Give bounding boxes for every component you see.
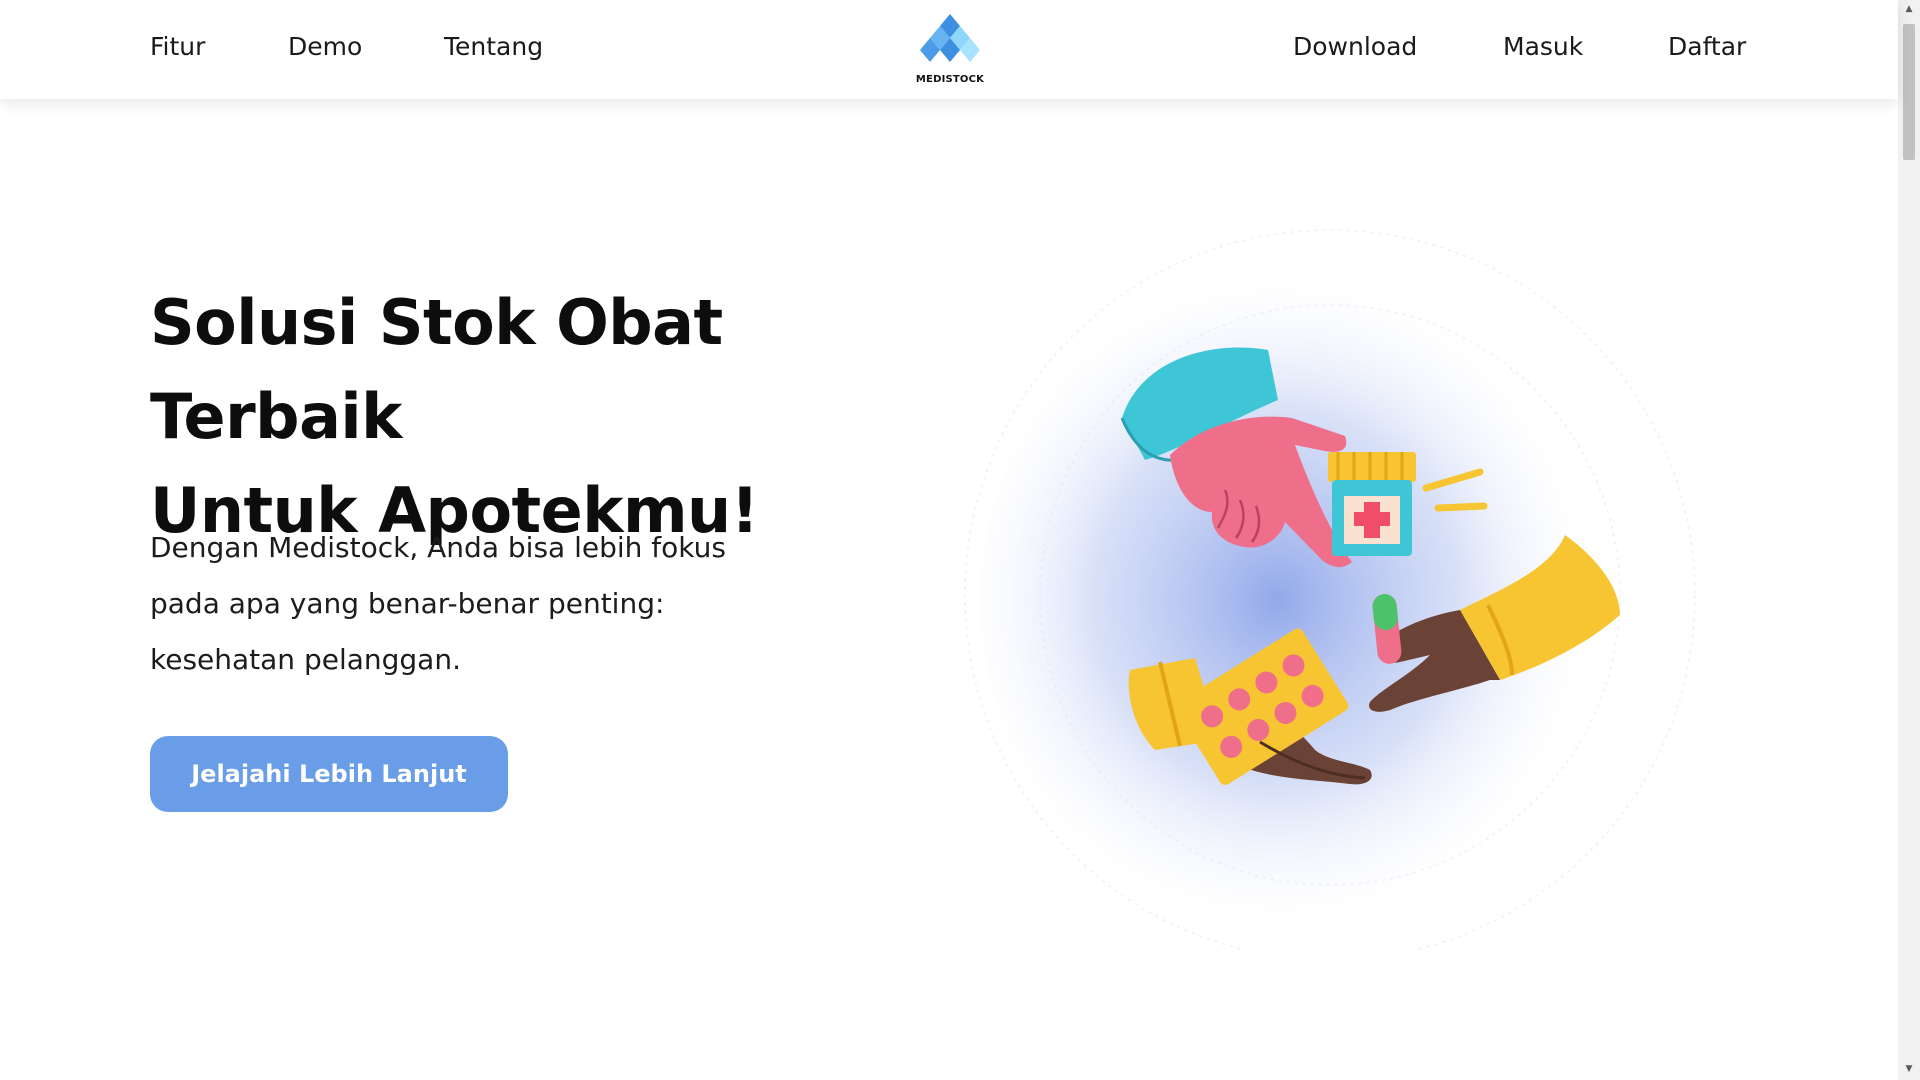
- hero-title-line-1: Solusi Stok Obat Terbaik: [150, 286, 723, 453]
- logo-wordmark: MEDISTOCK: [915, 74, 985, 85]
- hero-subtitle-line-3: kesehatan pelanggan.: [150, 643, 461, 676]
- medistock-logo[interactable]: MEDISTOCK: [915, 12, 985, 88]
- hands-exchanging-medicine-icon: [964, 229, 1696, 961]
- scroll-down-arrow-icon[interactable]: ▼: [1903, 1064, 1915, 1074]
- top-navbar: Fitur Demo Tentang MEDISTOCK Download Ma…: [0, 0, 1898, 99]
- hero-title: Solusi Stok Obat Terbaik Untuk Apotekmu!: [150, 276, 970, 558]
- nav-link-demo[interactable]: Demo: [288, 32, 362, 61]
- scrollbar-thumb[interactable]: [1903, 24, 1915, 160]
- medistock-cubes-logo-icon: [920, 14, 980, 62]
- nav-link-download[interactable]: Download: [1293, 32, 1417, 61]
- nav-link-fitur[interactable]: Fitur: [150, 32, 205, 61]
- hero-subtitle: Dengan Medistock, Anda bisa lebih fokus …: [150, 520, 790, 688]
- hero-illustration: [960, 150, 1700, 961]
- scroll-up-arrow-icon[interactable]: ▲: [1903, 4, 1915, 14]
- page-scrollbar[interactable]: ▲ ▼: [1898, 0, 1920, 1080]
- hero-subtitle-line-2: pada apa yang benar-benar penting:: [150, 587, 665, 620]
- nav-link-masuk[interactable]: Masuk: [1503, 32, 1583, 61]
- nav-link-tentang[interactable]: Tentang: [444, 32, 543, 61]
- nav-link-daftar[interactable]: Daftar: [1668, 32, 1746, 61]
- hero-subtitle-line-1: Dengan Medistock, Anda bisa lebih fokus: [150, 531, 726, 564]
- explore-button[interactable]: Jelajahi Lebih Lanjut: [150, 736, 508, 812]
